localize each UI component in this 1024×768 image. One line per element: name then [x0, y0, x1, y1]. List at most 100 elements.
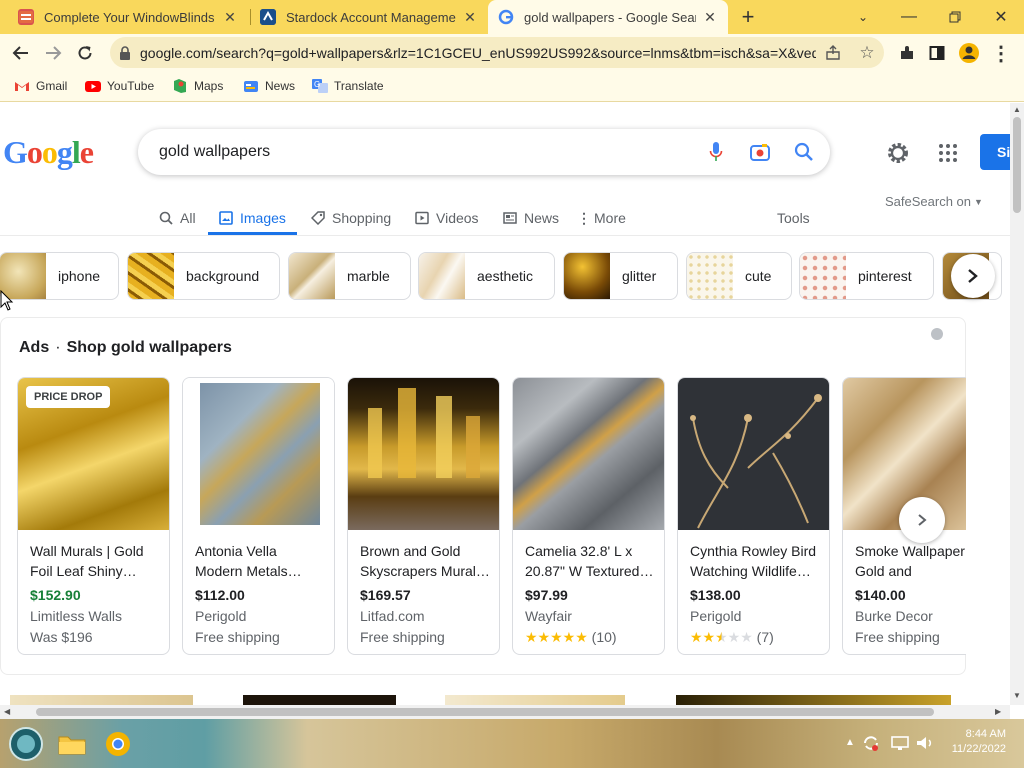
bookmark-star-icon[interactable]: ☆	[850, 43, 884, 63]
close-tab-icon[interactable]: ✕	[222, 9, 238, 25]
image-result-thumbnail[interactable]	[676, 695, 951, 705]
share-icon[interactable]	[816, 44, 850, 61]
start-button-icon[interactable]	[8, 726, 44, 762]
product-card[interactable]: Brown and Gold Skyscrapers Mural… $169.5…	[347, 377, 500, 655]
browser-tab-google[interactable]: gold wallpapers - Google Search ✕	[488, 0, 728, 34]
search-submit-icon[interactable]	[782, 142, 826, 162]
bookmark-label: News	[265, 79, 296, 93]
url-text: google.com/search?q=gold+wallpapers&rlz=…	[140, 44, 816, 61]
network-icon[interactable]	[890, 734, 910, 757]
scroll-up-arrow-icon[interactable]: ▲	[1013, 105, 1021, 114]
maps-icon	[172, 78, 188, 94]
related-search-chip-pinterest[interactable]: pinterest	[799, 252, 934, 300]
product-price: $97.99	[525, 587, 568, 603]
file-explorer-icon[interactable]	[54, 726, 90, 762]
settings-gear-icon[interactable]	[882, 137, 914, 169]
scroll-right-arrow-icon[interactable]: ▶	[995, 707, 1001, 716]
more-vertical-dots-icon: ⋮	[577, 209, 591, 226]
bookmark-gmail[interactable]: Gmail	[14, 78, 67, 94]
close-window-icon[interactable]: ✕	[978, 0, 1024, 34]
horizontal-scrollbar[interactable]: ◀ ▶	[0, 705, 1010, 719]
chip-label: cute	[745, 268, 772, 284]
browser-tab-windowblinds[interactable]: Complete Your WindowBlinds 11 ✕	[8, 0, 248, 34]
sync-status-icon[interactable]	[862, 734, 880, 757]
tab-more[interactable]: ⋮ More	[577, 204, 626, 232]
product-price: $152.90	[30, 587, 81, 603]
tab-news[interactable]: News	[502, 204, 559, 232]
browser-toolbar: google.com/search?q=gold+wallpapers&rlz=…	[0, 34, 1024, 72]
new-tab-icon[interactable]: +	[736, 4, 760, 29]
back-icon[interactable]	[6, 38, 36, 68]
reload-icon[interactable]	[70, 38, 100, 68]
safesearch-dropdown[interactable]: SafeSearch on ▼	[885, 194, 983, 209]
bookmarks-bar: Gmail YouTube Maps News G Translate	[0, 72, 1024, 102]
related-search-chip-iphone[interactable]: iphone	[0, 252, 119, 300]
show-hidden-icons-icon[interactable]: ▲	[845, 737, 855, 748]
product-card[interactable]: Camelia 32.8' L x 20.87" W Textured… $97…	[512, 377, 665, 655]
chips-next-button[interactable]	[951, 254, 995, 298]
vertical-scrollbar[interactable]: ▲ ▼	[1010, 103, 1024, 705]
browser-tab-stardock[interactable]: Stardock Account Management ✕	[250, 0, 488, 34]
google-apps-grid-icon[interactable]	[932, 137, 964, 169]
search-by-image-camera-icon[interactable]	[738, 142, 782, 162]
voice-search-mic-icon[interactable]	[694, 141, 738, 163]
bookmark-news[interactable]: News	[243, 78, 295, 94]
sign-in-button[interactable]: Si	[980, 134, 1010, 170]
bookmark-translate[interactable]: G Translate	[312, 78, 384, 94]
bookmark-maps[interactable]: Maps	[172, 78, 223, 94]
tab-all[interactable]: All	[158, 204, 196, 232]
tab-videos[interactable]: Videos	[414, 204, 479, 232]
search-box[interactable]: gold wallpapers	[138, 129, 830, 175]
related-search-chip-glitter[interactable]: glitter	[563, 252, 678, 300]
lock-icon[interactable]	[118, 45, 132, 60]
restore-icon[interactable]	[932, 0, 978, 34]
review-count: (7)	[756, 629, 774, 645]
bookmark-youtube[interactable]: YouTube	[85, 78, 154, 94]
forward-icon[interactable]	[38, 38, 68, 68]
ad-info-icon[interactable]	[931, 328, 943, 340]
google-images-page: Google gold wallpapers Si All Images Sho…	[0, 103, 1010, 705]
tools-button[interactable]: Tools	[777, 204, 810, 232]
image-result-thumbnail[interactable]	[243, 695, 396, 705]
chip-thumbnail	[800, 253, 846, 299]
image-result-thumbnail[interactable]	[10, 695, 193, 705]
ads-next-button[interactable]	[899, 497, 945, 543]
windows-taskbar: ▲	[0, 719, 1024, 768]
related-search-chip-marble[interactable]: marble	[288, 252, 411, 300]
close-tab-icon[interactable]: ✕	[462, 9, 478, 25]
related-search-chip-cute[interactable]: cute	[686, 252, 792, 300]
tab-shopping[interactable]: Shopping	[310, 204, 391, 232]
related-search-chip-background[interactable]: background	[127, 252, 280, 300]
search-input[interactable]: gold wallpapers	[159, 143, 694, 161]
chip-label: aesthetic	[477, 268, 534, 284]
profile-avatar-icon[interactable]	[954, 38, 984, 68]
system-clock[interactable]: 8:44 AM 11/22/2022	[944, 727, 1006, 757]
tab-images[interactable]: Images	[218, 204, 286, 232]
product-card[interactable]: Antonia Vella Modern Metals… $112.00 Per…	[182, 377, 335, 655]
address-bar[interactable]: google.com/search?q=gold+wallpapers&rlz=…	[110, 37, 884, 68]
product-card[interactable]: PRICE DROP Wall Murals | Gold Foil Leaf …	[17, 377, 170, 655]
volume-icon[interactable]	[915, 734, 935, 757]
tools-label: Tools	[777, 210, 810, 226]
scroll-down-arrow-icon[interactable]: ▼	[1013, 691, 1021, 700]
product-card[interactable]: Cynthia Rowley Bird Watching Wildlife… $…	[677, 377, 830, 655]
tab-search-icon[interactable]: ⌄	[840, 0, 886, 34]
related-search-chip-aesthetic[interactable]: aesthetic	[418, 252, 555, 300]
chip-thumbnail	[289, 253, 335, 299]
scrollbar-thumb[interactable]	[1013, 117, 1021, 213]
chrome-taskbar-icon[interactable]	[100, 726, 136, 762]
image-result-thumbnail[interactable]	[445, 695, 625, 705]
extensions-puzzle-icon[interactable]	[892, 38, 922, 68]
scroll-left-arrow-icon[interactable]: ◀	[4, 707, 10, 716]
side-panel-icon[interactable]	[922, 38, 952, 68]
product-store: Limitless Walls	[30, 608, 123, 624]
scrollbar-thumb[interactable]	[36, 708, 934, 716]
chip-thumbnail	[564, 253, 610, 299]
google-doodle-logo[interactable]: Google	[3, 134, 94, 171]
browser-menu-icon[interactable]: ⋮	[986, 38, 1016, 68]
tab-label: More	[594, 210, 626, 226]
rating-stars-icon: ★★★★★	[525, 629, 588, 645]
product-price: $140.00	[855, 587, 906, 603]
minimize-icon[interactable]: —	[886, 0, 932, 34]
close-tab-icon[interactable]: ✕	[702, 9, 718, 25]
